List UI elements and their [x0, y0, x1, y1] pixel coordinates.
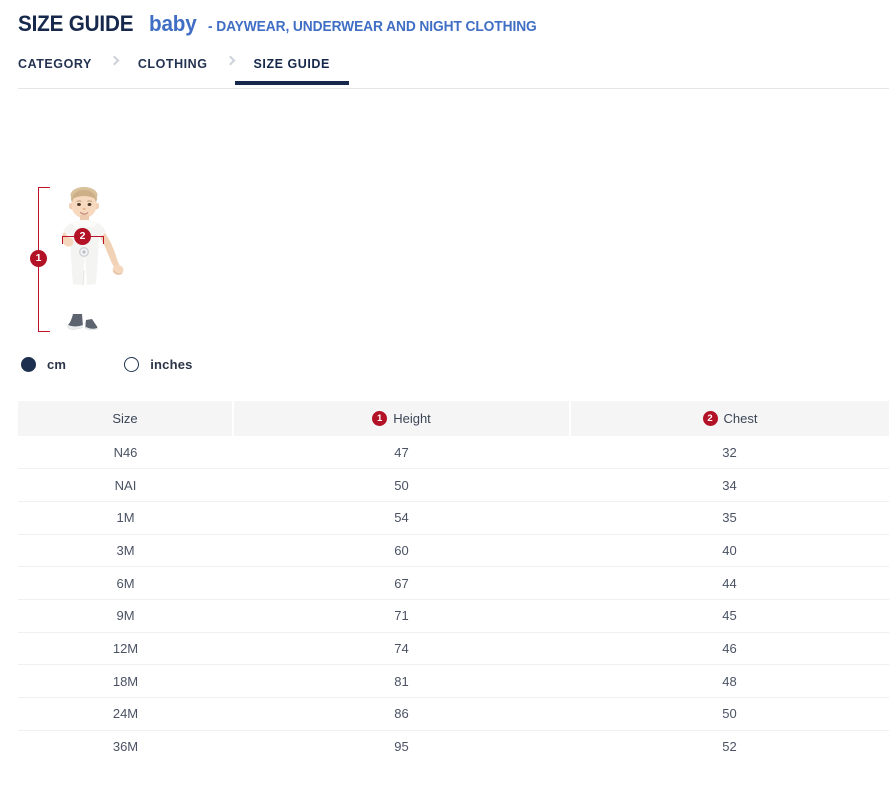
cell-size: 24M [18, 698, 233, 731]
cell-size: 12M [18, 632, 233, 665]
radio-cm[interactable] [21, 357, 36, 372]
badge-1-icon: 1 [372, 411, 387, 426]
column-header-chest-label: Chest [724, 412, 758, 425]
cell-chest: 44 [570, 567, 889, 600]
cell-height: 86 [233, 698, 570, 731]
table-row: 24M 86 50 [18, 698, 889, 731]
cell-height: 95 [233, 730, 570, 763]
cell-size: 9M [18, 599, 233, 632]
cell-chest: 45 [570, 599, 889, 632]
breadcrumb: CATEGORY CLOTHING SIZE GUIDE [0, 54, 889, 89]
cell-size: 6M [18, 567, 233, 600]
baby-toddler-photo [52, 186, 132, 334]
measurement-illustration: 1 2 [0, 184, 889, 349]
unit-selector: cm inches [0, 353, 889, 375]
table-row: 36M 95 52 [18, 730, 889, 763]
cell-size: 36M [18, 730, 233, 763]
unit-label-cm: cm [47, 357, 66, 372]
page-title-highlight: baby [149, 13, 197, 35]
cell-chest: 46 [570, 632, 889, 665]
cell-size: NAI [18, 469, 233, 502]
cell-chest: 50 [570, 698, 889, 731]
cell-chest: 40 [570, 534, 889, 567]
cell-height: 54 [233, 501, 570, 534]
cell-size: 18M [18, 665, 233, 698]
cell-size: N46 [18, 436, 233, 469]
chevron-right-icon [226, 56, 236, 66]
page-header: SIZE GUIDE baby - DAYWEAR, UNDERWEAR AND… [0, 0, 889, 35]
table-header-row: Size 1 Height 2 Chest [18, 401, 889, 436]
cell-height: 67 [233, 567, 570, 600]
cell-height: 50 [233, 469, 570, 502]
column-header-height: 1 Height [233, 401, 570, 436]
height-measure-cap-top [38, 187, 50, 188]
radio-inches[interactable] [124, 357, 139, 372]
cell-chest: 34 [570, 469, 889, 502]
chevron-right-icon [110, 56, 120, 66]
breadcrumb-item-category[interactable]: CATEGORY [18, 54, 92, 85]
breadcrumb-separator-1 [92, 54, 138, 78]
cell-height: 81 [233, 665, 570, 698]
cell-size: 1M [18, 501, 233, 534]
table-row: NAI 50 34 [18, 469, 889, 502]
table-row: 9M 71 45 [18, 599, 889, 632]
cell-chest: 48 [570, 665, 889, 698]
page-title-main: SIZE GUIDE [18, 13, 133, 35]
height-measure-cap-bottom [38, 331, 50, 332]
column-header-size: Size [18, 401, 233, 436]
cell-height: 71 [233, 599, 570, 632]
table-row: 12M 74 46 [18, 632, 889, 665]
breadcrumb-item-clothing[interactable]: CLOTHING [138, 54, 208, 85]
badge-2-icon: 2 [703, 411, 718, 426]
table-row: N46 47 32 [18, 436, 889, 469]
chest-measure-cap-right [103, 236, 104, 244]
cell-chest: 32 [570, 436, 889, 469]
cell-height: 47 [233, 436, 570, 469]
table-header: Size 1 Height 2 Chest [18, 401, 889, 436]
page-title-subtitle: - DAYWEAR, UNDERWEAR AND NIGHT CLOTHING [208, 20, 537, 35]
cell-size: 3M [18, 534, 233, 567]
column-header-chest: 2 Chest [570, 401, 889, 436]
table-row: 3M 60 40 [18, 534, 889, 567]
cell-chest: 35 [570, 501, 889, 534]
header-divider [18, 88, 889, 89]
table-row: 18M 81 48 [18, 665, 889, 698]
table-row: 6M 67 44 [18, 567, 889, 600]
marker-badge-height: 1 [30, 250, 47, 267]
cell-chest: 52 [570, 730, 889, 763]
breadcrumb-separator-2 [208, 54, 254, 78]
cell-height: 74 [233, 632, 570, 665]
unit-option-cm[interactable]: cm [21, 357, 66, 372]
cell-height: 60 [233, 534, 570, 567]
page-title: SIZE GUIDE baby - DAYWEAR, UNDERWEAR AND… [18, 13, 889, 35]
size-guide-table: Size 1 Height 2 Chest N46 47 32 [18, 401, 889, 763]
unit-label-inches: inches [150, 357, 192, 372]
table-body: N46 47 32 NAI 50 34 1M 54 35 3M 60 40 6M… [18, 436, 889, 763]
column-header-size-label: Size [112, 412, 137, 425]
column-header-height-label: Height [393, 412, 431, 425]
table-row: 1M 54 35 [18, 501, 889, 534]
breadcrumb-item-size-guide[interactable]: SIZE GUIDE [254, 54, 330, 85]
chest-measure-cap-left [62, 236, 63, 244]
marker-badge-chest: 2 [74, 228, 91, 245]
unit-option-inches[interactable]: inches [124, 357, 192, 372]
